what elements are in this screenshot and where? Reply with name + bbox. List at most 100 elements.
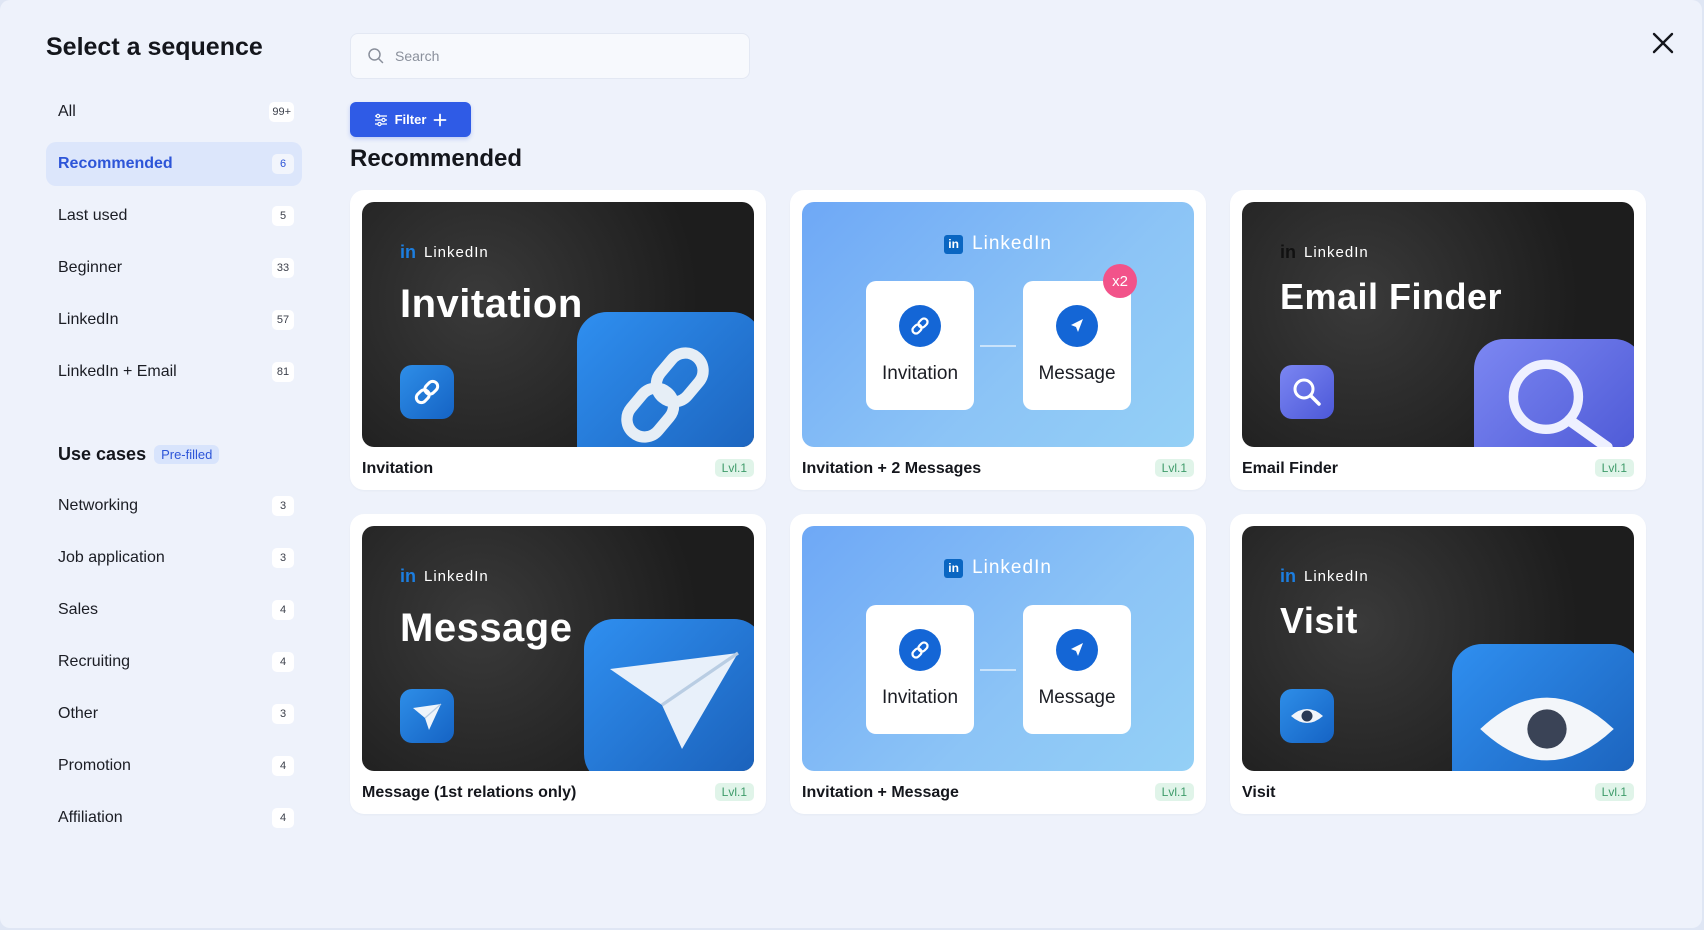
use-cases-title: Use cases	[58, 443, 147, 464]
brand-label: LinkedIn	[1304, 568, 1369, 585]
sidebar-item-label: All	[58, 103, 76, 120]
thumbnail-title: Invitation	[400, 282, 583, 326]
sequence-card-visit[interactable]: in LinkedIn Visit Visit Lvl.1	[1230, 514, 1646, 814]
sidebar-item-linkedin[interactable]: LinkedIn 57	[46, 298, 302, 342]
level-badge: Lvl.1	[1154, 783, 1194, 801]
level-badge: Lvl.1	[1594, 783, 1634, 801]
step-message: Message	[1023, 281, 1131, 410]
sidebar-item-count: 81	[272, 362, 294, 382]
sidebar-item-label: Sales	[58, 601, 99, 618]
sidebar-item-recommended[interactable]: Recommended 6	[46, 142, 302, 186]
magnifier-icon-large	[1474, 339, 1634, 447]
sidebar-item-count: 57	[272, 310, 294, 330]
search-icon	[368, 48, 384, 64]
sequence-card-message-1st-relations[interactable]: in LinkedIn Message Message (1st relatio…	[350, 514, 766, 814]
eye-icon-large	[1452, 644, 1634, 771]
card-title: Message (1st relations only)	[362, 784, 577, 801]
linkedin-brand: in LinkedIn	[802, 557, 1194, 579]
sidebar-item-label: Beginner	[58, 259, 123, 276]
linkedin-icon: in	[1280, 566, 1296, 586]
filter-button[interactable]: Filter	[350, 102, 471, 137]
step-label: Message	[1038, 363, 1116, 384]
link-icon	[400, 365, 454, 419]
card-thumbnail: in LinkedIn Invitation Message	[802, 526, 1194, 771]
sidebar-item-count: 6	[272, 154, 294, 174]
sidebar-item-count: 33	[272, 258, 294, 278]
step-label: Message	[1038, 687, 1116, 708]
sidebar-item-recruiting[interactable]: Recruiting 4	[46, 640, 302, 684]
thumbnail-title: Visit	[1280, 600, 1358, 641]
thumbnail-title: Email Finder	[1280, 276, 1503, 317]
link-icon	[899, 629, 941, 671]
sequence-modal: Select a sequence All 99+ Recommended 6 …	[0, 0, 1702, 928]
step-label: Invitation	[881, 363, 959, 384]
brand-label: LinkedIn	[1304, 244, 1369, 261]
level-badge: Lvl.1	[714, 459, 754, 477]
repeat-badge: x2	[1103, 264, 1137, 298]
linkedin-brand: in LinkedIn	[400, 242, 489, 263]
paper-plane-icon	[1056, 629, 1098, 671]
sequence-card-email-finder[interactable]: in LinkedIn Email Finder Email Finder Lv…	[1230, 190, 1646, 490]
sidebar-item-count: 5	[272, 206, 294, 226]
paper-plane-icon	[1056, 305, 1098, 347]
sidebar-item-networking[interactable]: Networking 3	[46, 484, 302, 528]
step-connector	[980, 669, 1016, 671]
linkedin-brand: in LinkedIn	[1280, 566, 1369, 587]
sidebar-item-label: LinkedIn + Email	[58, 363, 177, 380]
sidebar-item-label: Recommended	[58, 155, 173, 172]
sidebar-item-label: Promotion	[58, 757, 131, 774]
sidebar-item-last-used[interactable]: Last used 5	[46, 194, 302, 238]
card-title: Invitation	[362, 460, 434, 477]
sidebar-item-count: 3	[272, 704, 294, 724]
step-invitation: Invitation	[866, 605, 974, 734]
sidebar-item-label: LinkedIn	[58, 311, 119, 328]
brand-label: LinkedIn	[972, 557, 1052, 578]
sidebar-item-count: 4	[272, 756, 294, 776]
use-cases-header: Use cases Pre-filled	[46, 436, 302, 472]
sequence-card-invitation-2-messages[interactable]: in LinkedIn Invitation Message x2 Invita…	[790, 190, 1206, 490]
linkedin-icon: in	[1280, 242, 1296, 262]
sidebar-item-linkedin-email[interactable]: LinkedIn + Email 81	[46, 350, 302, 394]
sidebar-item-promotion[interactable]: Promotion 4	[46, 744, 302, 788]
card-title: Invitation + Message	[802, 784, 959, 801]
sidebar-item-affiliation[interactable]: Affiliation 4	[46, 796, 302, 840]
sliders-icon	[374, 113, 387, 126]
linkedin-brand: in LinkedIn	[802, 233, 1194, 255]
linkedin-brand: in LinkedIn	[400, 566, 489, 587]
link-icon	[899, 305, 941, 347]
magnifier-icon	[1280, 365, 1334, 419]
sidebar-item-other[interactable]: Other 3	[46, 692, 302, 736]
link-icon-large	[577, 312, 754, 447]
sidebar-item-sales[interactable]: Sales 4	[46, 588, 302, 632]
sidebar-item-label: Networking	[58, 497, 139, 514]
paper-plane-icon	[400, 689, 454, 743]
sidebar-item-beginner[interactable]: Beginner 33	[46, 246, 302, 290]
sidebar-item-label: Last used	[58, 207, 128, 224]
sidebar-item-count: 4	[272, 652, 294, 672]
search-box	[350, 33, 750, 79]
level-badge: Lvl.1	[1594, 459, 1634, 477]
linkedin-icon: in	[400, 242, 416, 262]
card-title: Email Finder	[1242, 460, 1339, 477]
brand-label: LinkedIn	[424, 244, 489, 261]
sidebar-item-count: 4	[272, 808, 294, 828]
filter-label: Filter	[394, 112, 427, 127]
linkedin-icon: in	[400, 566, 416, 586]
sidebar-item-job-application[interactable]: Job application 3	[46, 536, 302, 580]
close-icon	[1652, 32, 1674, 54]
sequence-card-invitation[interactable]: in LinkedIn Invitation Invitation Lvl.1	[350, 190, 766, 490]
sidebar-item-label: Other	[58, 705, 99, 722]
brand-label: LinkedIn	[972, 233, 1052, 254]
search-input[interactable]	[395, 48, 735, 64]
plus-icon	[433, 113, 447, 126]
linkedin-brand: in LinkedIn	[1280, 242, 1369, 263]
card-thumbnail: in LinkedIn Message	[362, 526, 754, 771]
sequence-card-invitation-message[interactable]: in LinkedIn Invitation Message Invitatio…	[790, 514, 1206, 814]
eye-icon	[1280, 689, 1334, 743]
close-button[interactable]	[1648, 28, 1678, 58]
step-connector	[980, 345, 1016, 347]
brand-label: LinkedIn	[424, 568, 489, 585]
card-thumbnail: in LinkedIn Visit	[1242, 526, 1634, 771]
modal-title: Select a sequence	[46, 33, 263, 61]
sidebar-item-all[interactable]: All 99+	[46, 90, 302, 134]
